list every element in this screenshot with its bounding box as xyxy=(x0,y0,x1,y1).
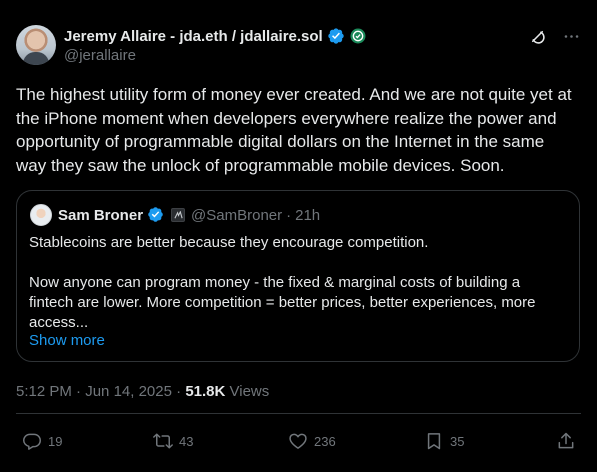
more-icon[interactable] xyxy=(561,26,581,46)
post-date[interactable]: Jun 14, 2025 xyxy=(85,383,172,400)
quoted-tweet[interactable]: Sam Broner @SamBroner · 21h Stablecoins … xyxy=(16,190,580,362)
bookmark-button[interactable]: 35 xyxy=(424,431,464,451)
quoted-text: Stablecoins are better because they enco… xyxy=(29,233,564,333)
share-icon xyxy=(558,432,574,449)
quoted-author-handle: @SamBroner xyxy=(191,206,283,224)
affiliate-badge-icon xyxy=(349,27,367,45)
top-actions xyxy=(527,26,581,46)
views-count: 51.8K xyxy=(185,383,226,400)
divider xyxy=(16,413,581,414)
quoted-paragraph: Stablecoins are better because they enco… xyxy=(29,234,429,251)
quoted-author-name[interactable]: Sam Broner xyxy=(58,207,143,224)
action-bar: 19 43 236 35 xyxy=(0,428,597,458)
repost-button[interactable]: 43 xyxy=(153,431,193,451)
quoted-author-avatar[interactable] xyxy=(30,204,52,226)
author-avatar[interactable] xyxy=(16,25,56,65)
repost-count: 43 xyxy=(179,433,194,449)
verified-badge-icon xyxy=(327,27,345,45)
views-label: Views xyxy=(229,383,270,400)
heart-icon xyxy=(289,433,307,449)
like-count: 236 xyxy=(314,433,336,449)
repost-icon xyxy=(153,433,173,449)
quoted-timestamp[interactable]: 21h xyxy=(295,207,320,224)
bookmark-count: 35 xyxy=(450,433,465,449)
quoted-separator: · xyxy=(286,206,292,224)
tweet: Jeremy Allaire - jda.eth / jdallaire.sol… xyxy=(0,0,597,472)
reply-button[interactable]: 19 xyxy=(22,431,62,451)
bookmark-icon xyxy=(427,433,441,450)
verified-badge-icon xyxy=(147,206,165,224)
post-time[interactable]: 5:12 PM xyxy=(16,383,72,400)
tweet-text: The highest utility form of money ever c… xyxy=(16,85,572,175)
meta-separator: · xyxy=(76,383,82,400)
like-button[interactable]: 236 xyxy=(288,431,336,451)
grok-icon[interactable] xyxy=(527,26,547,46)
quoted-header: Sam Broner @SamBroner · 21h xyxy=(58,206,320,224)
show-more-link[interactable]: Show more xyxy=(29,332,105,349)
author-display-name[interactable]: Jeremy Allaire - jda.eth / jdallaire.sol xyxy=(64,28,323,45)
meta-separator: · xyxy=(176,383,182,400)
affiliate-badge-icon xyxy=(171,208,186,222)
reply-icon xyxy=(23,433,41,450)
author-handle[interactable]: @jerallaire xyxy=(64,47,136,64)
reply-count: 19 xyxy=(48,433,63,449)
quoted-paragraph: Now anyone can program money - the fixed… xyxy=(29,274,536,331)
share-button[interactable] xyxy=(556,431,576,451)
author-name-row: Jeremy Allaire - jda.eth / jdallaire.sol xyxy=(64,27,367,45)
tweet-meta: 5:12 PM · Jun 14, 2025 · 51.8K Views xyxy=(16,383,269,400)
